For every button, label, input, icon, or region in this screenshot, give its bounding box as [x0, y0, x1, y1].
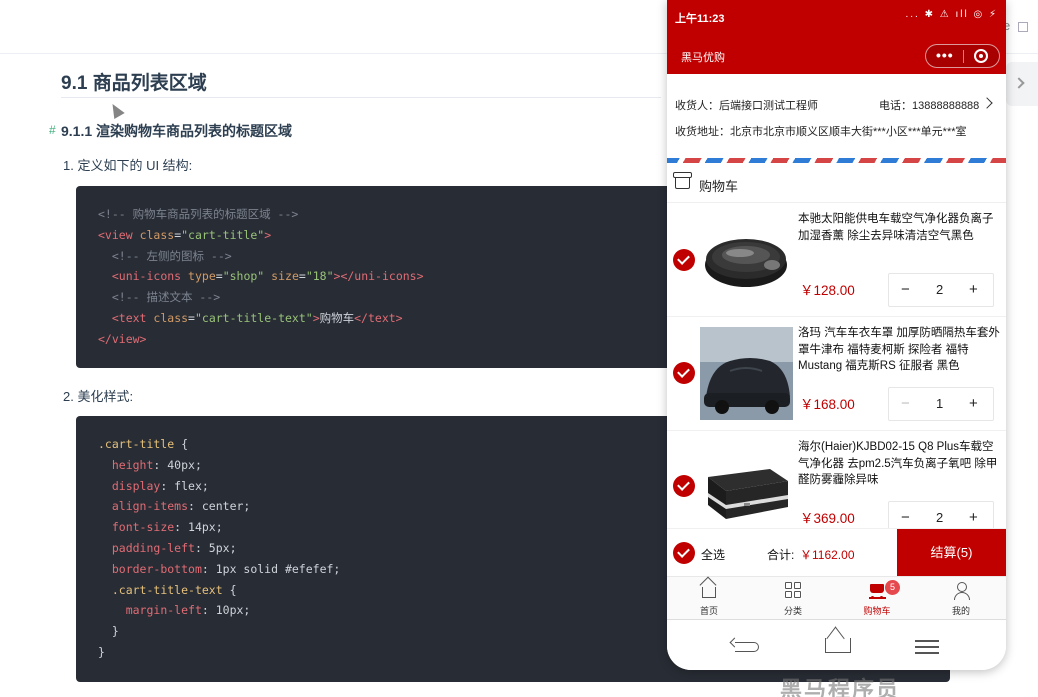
shop-icon	[673, 172, 692, 189]
goods-item: 洛玛 汽车车衣车罩 加厚防晒隔热车套外罩牛津布 福特麦柯斯 探险者 福特 Mus…	[667, 317, 1006, 431]
goods-name: 本驰太阳能供电车载空气净化器负离子加湿香薰 除尘去异味清洁空气黑色	[798, 213, 994, 242]
mouse-cursor-icon	[107, 100, 125, 120]
goods-price: ￥369.00	[800, 511, 855, 526]
settle-bar: 全选 合计: ￥1162.00 结算(5)	[667, 528, 1006, 577]
tab-label: 分类	[783, 606, 802, 616]
goods-name: 海尔(Haier)KJBD02-15 Q8 Plus车载空气净化器 去pm2.5…	[798, 441, 998, 486]
tab-category[interactable]: 分类	[751, 577, 835, 620]
heading-divider	[61, 97, 661, 98]
home-icon	[702, 587, 716, 598]
quantity-value[interactable]: 2	[936, 282, 943, 297]
goods-check-radio[interactable]	[673, 362, 695, 384]
status-icons: ... ✱ ⚠ ıll ◎ ⚡	[905, 9, 998, 20]
goods-image[interactable]	[700, 327, 793, 420]
tab-cart[interactable]: 5 购物车	[835, 577, 919, 620]
goods-check-radio[interactable]	[673, 249, 695, 271]
increase-button[interactable]: +	[969, 509, 978, 526]
mini-program-navbar: 黑马优购 •••	[667, 33, 1006, 74]
increase-button[interactable]: +	[969, 281, 978, 298]
cart-badge: 5	[885, 580, 900, 595]
quantity-value[interactable]: 1	[936, 396, 943, 411]
step-1-text: 1. 定义如下的 UI 结构:	[63, 158, 193, 173]
watermark: 黑马程序员	[780, 677, 901, 697]
decrease-button[interactable]: −	[901, 395, 910, 412]
category-icon	[785, 582, 802, 599]
status-bar: 上午11:23 ... ✱ ⚠ ıll ◎ ⚡	[667, 0, 1006, 33]
cart-title: 购物车	[667, 163, 1006, 203]
close-target-icon[interactable]	[974, 49, 988, 63]
goods-price: ￥128.00	[800, 283, 855, 298]
subsection-heading: 9.1.1 渲染购物车商品列表的标题区域	[61, 123, 293, 139]
screen: e 9.1 商品列表区域 # 9.1.1 渲染购物车商品列表的标题区域 1. 定…	[0, 0, 1038, 697]
total-amount: ￥1162.00	[800, 548, 855, 562]
home-button-icon[interactable]	[825, 638, 851, 653]
status-time: 上午11:23	[675, 13, 725, 25]
external-link-icon[interactable]	[1018, 22, 1028, 32]
receiver-phone: 电话：13888888888	[879, 100, 980, 112]
goods-price: ￥168.00	[800, 397, 855, 412]
step-2-text: 2. 美化样式:	[63, 389, 134, 404]
settle-button[interactable]: 结算(5)	[897, 529, 1006, 577]
cart-icon	[869, 582, 886, 599]
tab-label: 首页	[699, 606, 718, 616]
section-heading: 9.1 商品列表区域	[61, 73, 207, 94]
user-icon	[953, 582, 970, 600]
menu-icon[interactable]	[915, 640, 939, 642]
goods-image[interactable]	[700, 213, 793, 306]
code-template: <!-- 购物车商品列表的标题区域 --> <view class="cart-…	[98, 207, 424, 346]
tab-bar: 首页 分类 5 购物车 我的	[667, 576, 1006, 619]
quantity-stepper: − 1 +	[888, 387, 994, 421]
goods-image[interactable]	[700, 441, 793, 534]
quantity-value[interactable]: 2	[936, 510, 943, 525]
decrease-button[interactable]: −	[901, 509, 910, 526]
collapse-sidebar-button[interactable]	[1006, 62, 1038, 106]
select-all-label[interactable]: 全选	[701, 546, 725, 563]
address-card[interactable]: 收货人：后端接口测试工程师 电话：13888888888 收货地址：北京市北京市…	[667, 74, 1006, 159]
increase-button[interactable]: +	[969, 395, 978, 412]
navbar-title: 黑马优购	[681, 52, 725, 64]
decrease-button[interactable]: −	[901, 281, 910, 298]
phone-simulator: 上午11:23 ... ✱ ⚠ ıll ◎ ⚡ 黑马优购 ••• 收货人：后端接…	[667, 0, 1006, 670]
goods-check-radio[interactable]	[673, 475, 695, 497]
system-nav-bar	[667, 619, 1006, 670]
more-icon[interactable]: •••	[936, 47, 954, 63]
capsule-divider	[963, 50, 964, 63]
select-all-radio[interactable]	[673, 542, 695, 564]
heading-anchor-link[interactable]: #	[49, 123, 56, 137]
chevron-right-icon	[981, 97, 993, 109]
tab-label: 购物车	[863, 606, 891, 616]
capsule-menu[interactable]: •••	[925, 44, 1000, 68]
tab-label: 我的	[951, 606, 970, 616]
goods-name: 洛玛 汽车车衣车罩 加厚防晒隔热车套外罩牛津布 福特麦柯斯 探险者 福特 Mus…	[798, 327, 1000, 372]
tab-home[interactable]: 首页	[667, 577, 751, 620]
receiver-text: 收货人：后端接口测试工程师	[675, 100, 818, 112]
back-icon[interactable]	[735, 642, 759, 652]
tab-my[interactable]: 我的	[919, 577, 1003, 620]
code-block-ui-structure: <!-- 购物车商品列表的标题区域 --> <view class="cart-…	[76, 186, 696, 368]
cart-title-text: 购物车	[699, 179, 739, 194]
address-text: 收货地址：北京市北京市顺义区顺丰大街***小区***单元***室	[675, 126, 967, 138]
goods-item: 本驰太阳能供电车载空气净化器负离子加湿香薰 除尘去异味清洁空气黑色 ￥128.0…	[667, 203, 1006, 317]
quantity-stepper: − 2 +	[888, 273, 994, 307]
total-label: 合计:	[767, 548, 795, 562]
